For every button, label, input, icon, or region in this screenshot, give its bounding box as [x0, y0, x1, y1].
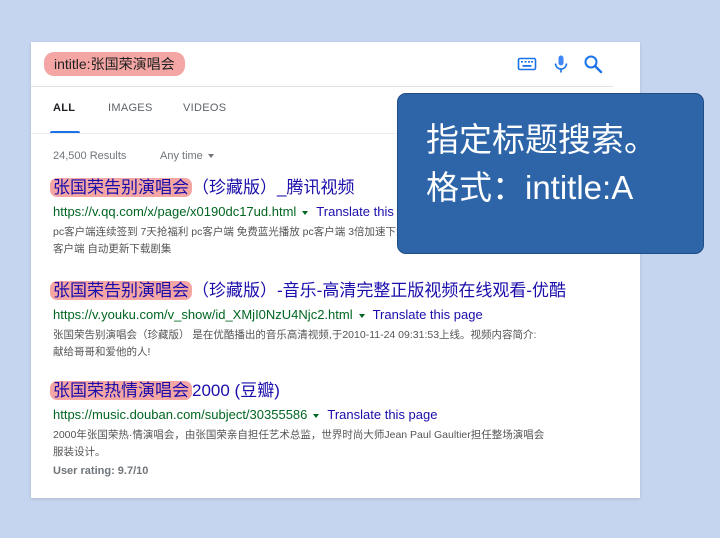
time-filter[interactable]: Any time	[160, 150, 214, 162]
snippet-line: 2000年张国荣热·情演唱会，由张国荣亲自担任艺术总监，世界时尚大师Jean P…	[53, 429, 545, 441]
result-snippet: 2000年张国荣热·情演唱会，由张国荣亲自担任艺术总监，世界时尚大师Jean P…	[53, 427, 633, 461]
annotation-callout: 指定标题搜索。 格式：intitle:A	[397, 93, 704, 254]
chevron-down-icon	[207, 154, 214, 159]
tab-all[interactable]: ALL	[53, 102, 75, 114]
keyboard-icon[interactable]	[517, 54, 537, 74]
callout-format: 格式：intitle:A	[426, 169, 634, 206]
translate-link[interactable]: Translate this page	[327, 407, 437, 422]
search-query[interactable]: intitle:张国荣演唱会	[44, 52, 185, 76]
search-icon[interactable]	[583, 54, 603, 74]
search-result: 张国荣热情演唱会 2000 (豆瓣) https://music.douban.c…	[50, 379, 633, 477]
result-snippet: 张国荣告别演唱会（珍藏版） 是在优酷播出的音乐高清视频,于2010-11-24 …	[53, 327, 633, 361]
snippet-line: 服装设计。	[53, 446, 106, 458]
url-dropdown-icon[interactable]	[358, 313, 365, 318]
title-highlight: 张国荣告别演唱会	[50, 281, 192, 300]
result-count: 24,500 Results	[53, 150, 127, 162]
result-title[interactable]: 张国荣告别演唱会 （珍藏版）-音乐-高清完整正版视频在线观看-优酷	[50, 279, 633, 303]
snippet-line: 张国荣告别演唱会（珍藏版） 是在优酷播出的音乐高清视频,于2010-11-24 …	[53, 329, 537, 341]
title-rest: 2000 (豆瓣)	[192, 381, 280, 400]
result-url[interactable]: https://v.qq.com/x/page/x0190dc17ud.html	[53, 204, 296, 219]
title-highlight: 张国荣热情演唱会	[50, 381, 192, 400]
title-rest: （珍藏版）-音乐-高清完整正版视频在线观看-优酷	[192, 281, 566, 300]
result-title[interactable]: 张国荣热情演唱会 2000 (豆瓣)	[50, 379, 633, 403]
microphone-icon[interactable]	[551, 54, 571, 74]
search-result: 张国荣告别演唱会 （珍藏版）-音乐-高清完整正版视频在线观看-优酷 https:/…	[50, 279, 633, 361]
search-bar: intitle:张国荣演唱会	[31, 42, 613, 87]
result-url-line: https://music.douban.com/subject/3035558…	[53, 406, 633, 423]
snippet-line: 献给哥哥和爱他的人!	[53, 346, 151, 358]
result-url-line: https://v.youku.com/v_show/id_XMjI0NzU4N…	[53, 306, 633, 323]
callout-title: 指定标题搜索。	[426, 121, 657, 158]
tab-images[interactable]: IMAGES	[108, 102, 153, 114]
url-dropdown-icon[interactable]	[313, 413, 320, 418]
time-filter-label: Any time	[160, 150, 203, 162]
user-rating: User rating: 9.7/10	[53, 465, 149, 477]
result-url[interactable]: https://v.youku.com/v_show/id_XMjI0NzU4N…	[53, 307, 353, 322]
translate-link[interactable]: Translate this page	[373, 307, 483, 322]
tab-videos[interactable]: VIDEOS	[183, 102, 226, 114]
title-rest: （珍藏版）_腾讯视频	[192, 178, 355, 197]
result-url[interactable]: https://music.douban.com/subject/3035558…	[53, 407, 307, 422]
url-dropdown-icon[interactable]	[302, 210, 309, 215]
title-highlight: 张国荣告别演唱会	[50, 178, 192, 197]
